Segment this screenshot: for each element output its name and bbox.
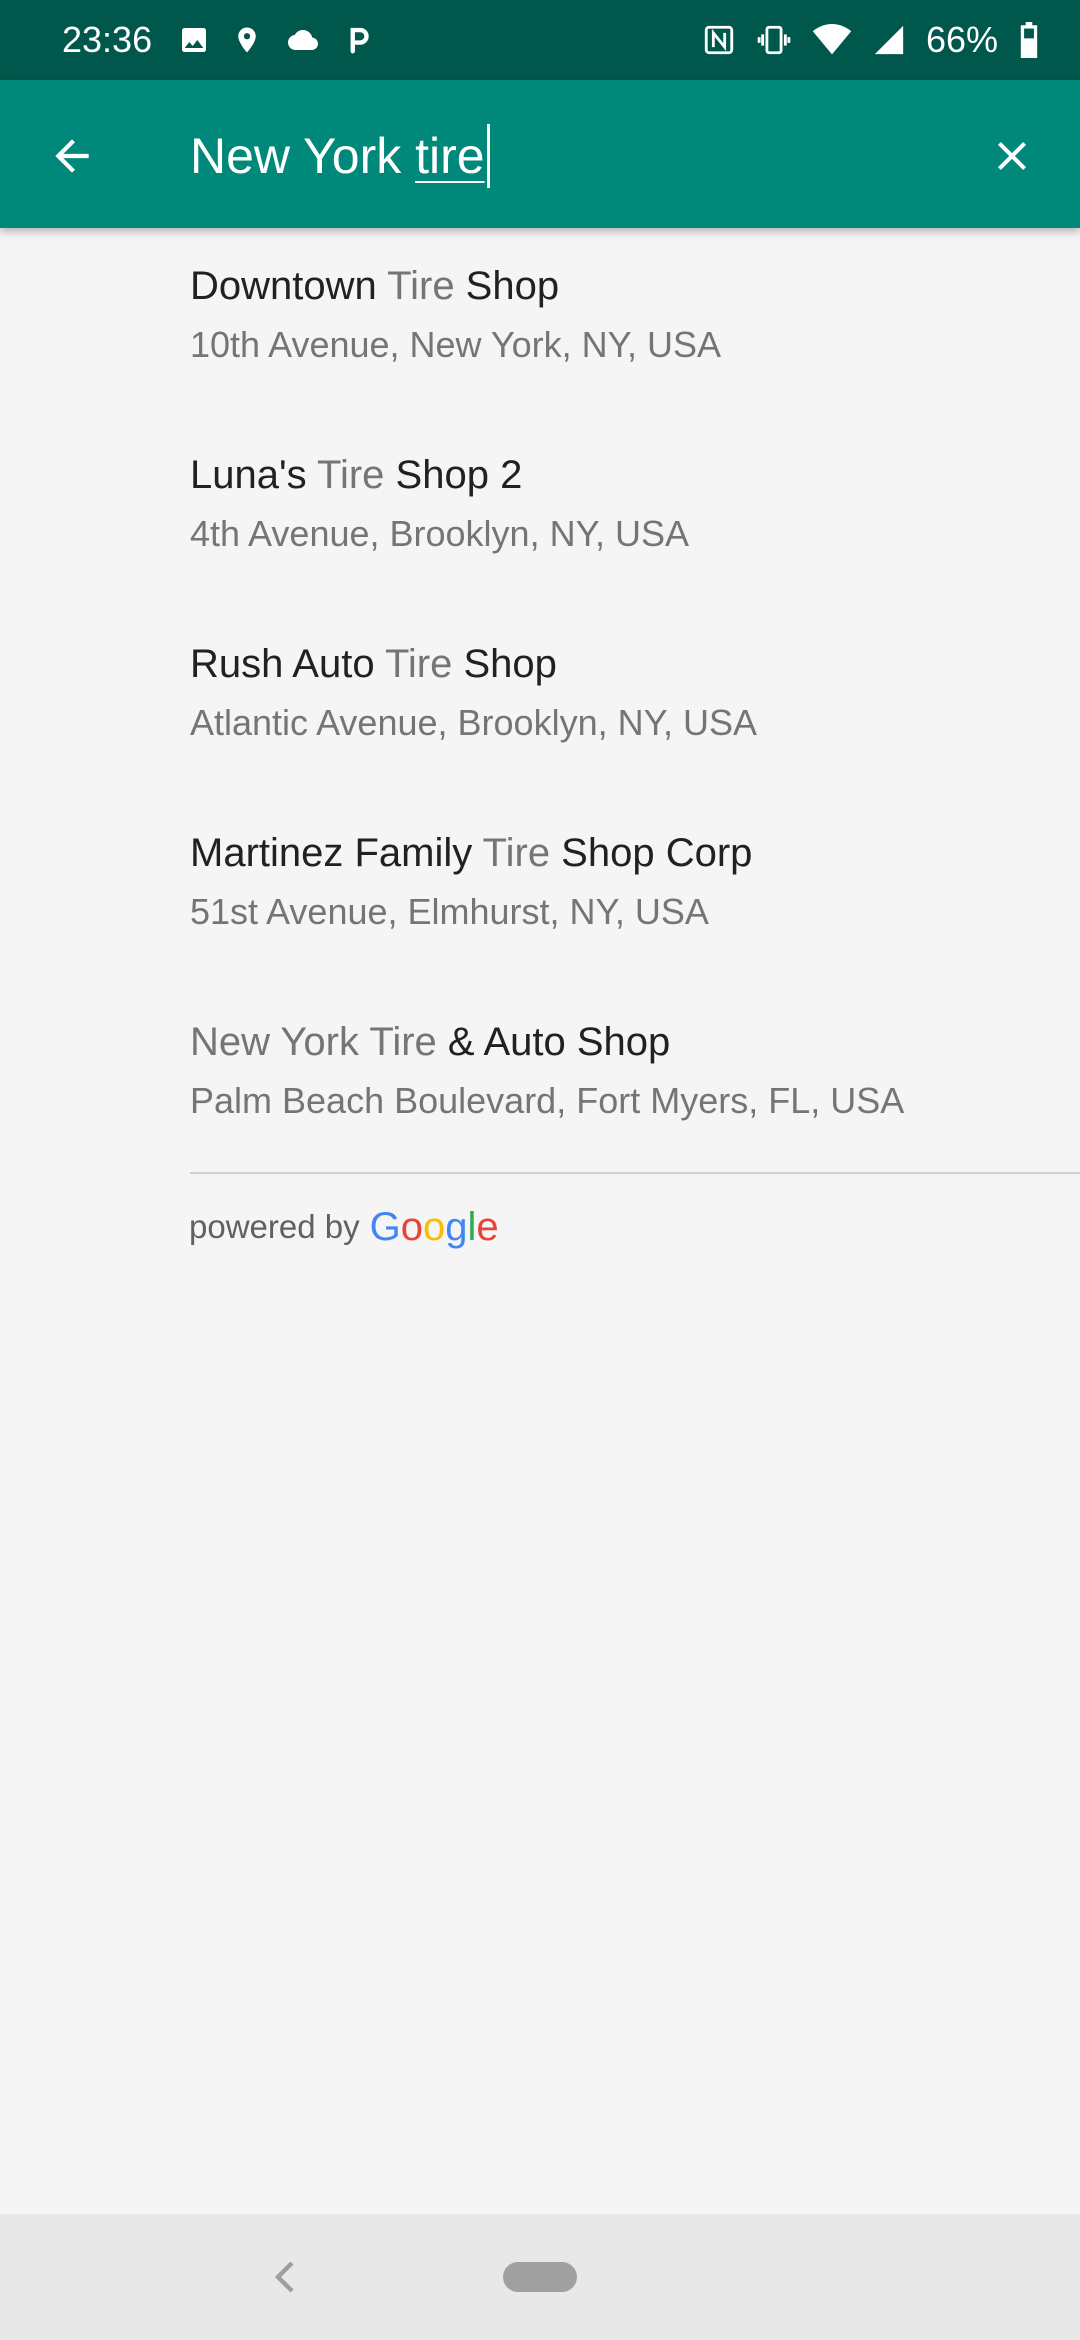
location-pin-icon <box>232 23 262 57</box>
image-icon <box>178 24 210 56</box>
title-part: Shop <box>454 264 560 308</box>
search-input[interactable]: New York tire <box>190 116 950 196</box>
title-part: Shop <box>452 642 557 686</box>
powered-by-google: powered by Google <box>189 1200 499 1254</box>
status-system-icons: 66% <box>702 0 1040 80</box>
status-notification-icons <box>178 20 374 60</box>
result-address: Atlantic Avenue, Brooklyn, NY, USA <box>190 702 757 743</box>
result-address: 51st Avenue, Elmhurst, NY, USA <box>190 891 709 932</box>
google-logo: Google <box>370 1205 499 1250</box>
title-match: Tire <box>317 453 385 497</box>
google-logo-letter: o <box>400 1204 423 1249</box>
title-part: & Auto Shop <box>436 1020 671 1064</box>
search-query-prefix: New York <box>190 128 416 184</box>
title-part: Luna's <box>190 453 318 497</box>
system-nav-bar <box>0 2214 1080 2340</box>
status-time: 23:36 <box>62 19 153 60</box>
result-item[interactable]: Martinez Family Tire Shop Corp 51st Aven… <box>190 795 1080 985</box>
battery-icon <box>1018 22 1040 58</box>
title-part: Shop 2 <box>384 453 523 497</box>
title-match: Tire <box>387 264 455 308</box>
cloud-icon <box>284 25 322 55</box>
title-match: New York Tire <box>190 1020 437 1064</box>
back-button[interactable] <box>40 124 104 188</box>
google-logo-letter: e <box>476 1204 499 1249</box>
google-logo-letter: o <box>422 1204 446 1249</box>
nav-back-icon <box>274 2261 294 2293</box>
nfc-icon <box>702 23 736 57</box>
battery-percent: 66% <box>925 19 998 60</box>
google-logo-letter: G <box>369 1204 401 1249</box>
text-cursor <box>486 124 490 188</box>
result-title: Luna's Tire Shop 2 <box>190 453 522 498</box>
parking-icon <box>344 23 374 57</box>
status-bar: 23:36 66% <box>0 0 1080 80</box>
search-toolbar: New York tire <box>0 80 1080 228</box>
result-title: Downtown Tire Shop <box>190 264 559 309</box>
result-item[interactable]: Luna's Tire Shop 2 4th Avenue, Brooklyn,… <box>190 417 1080 607</box>
close-icon <box>998 142 1026 170</box>
search-query-composing: tire <box>415 128 485 184</box>
wifi-icon <box>812 24 852 56</box>
result-item[interactable]: Downtown Tire Shop 10th Avenue, New York… <box>190 228 1080 418</box>
result-item[interactable]: Rush Auto Tire Shop Atlantic Avenue, Bro… <box>190 606 1080 796</box>
powered-by-text: powered by <box>189 1208 360 1245</box>
title-part: Downtown <box>190 264 388 308</box>
title-match: Tire <box>482 831 551 875</box>
signal-icon <box>872 23 906 57</box>
home-pill-button[interactable] <box>503 2262 577 2292</box>
google-logo-letter: g <box>445 1204 468 1249</box>
arrow-back-icon <box>55 139 89 173</box>
result-title: New York Tire & Auto Shop <box>190 1020 670 1065</box>
result-item[interactable]: New York Tire & Auto Shop Palm Beach Bou… <box>190 984 1080 1174</box>
title-part: Shop Corp <box>550 831 753 875</box>
nav-back-button[interactable] <box>262 2252 306 2302</box>
title-part: Martinez Family <box>190 831 483 875</box>
results-divider <box>190 1172 1080 1174</box>
title-part: Rush Auto <box>190 642 385 686</box>
result-address: 4th Avenue, Brooklyn, NY, USA <box>190 513 689 554</box>
clear-button[interactable] <box>978 122 1046 190</box>
result-address: Palm Beach Boulevard, Fort Myers, FL, US… <box>190 1080 905 1121</box>
result-address: 10th Avenue, New York, NY, USA <box>190 324 722 365</box>
result-title: Martinez Family Tire Shop Corp <box>190 831 752 876</box>
title-match: Tire <box>384 642 453 686</box>
result-title: Rush Auto Tire Shop <box>190 642 557 687</box>
vibrate-icon <box>756 23 792 57</box>
